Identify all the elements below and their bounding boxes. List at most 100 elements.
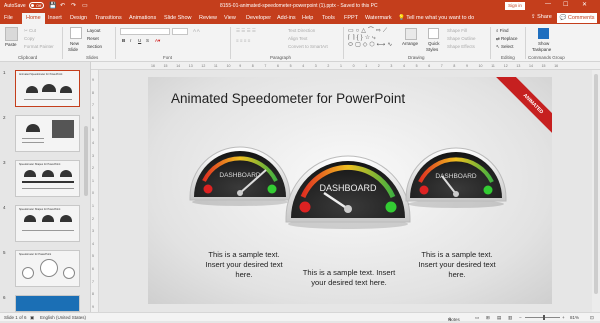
tab-fppt[interactable]: FPPT [344,15,358,21]
tab-developer[interactable]: Developer [246,15,271,21]
tab-tools[interactable]: Tools [322,15,335,21]
text-box-right[interactable]: This is a sample text. Insert your desir… [407,250,507,280]
arrange-button[interactable]: Arrange [402,41,418,46]
new-slide-label-2[interactable]: Slide [68,47,78,52]
tab-insert[interactable]: Insert [48,15,62,21]
layout-button[interactable]: Layout [87,28,101,33]
zoom-level[interactable]: 81% [570,315,579,320]
quick-styles-icon[interactable] [428,28,439,39]
font-name-select[interactable] [120,28,170,35]
tab-add-ins[interactable]: Add-ins [277,15,296,21]
font-size-select[interactable] [172,28,188,35]
shapes-gallery[interactable]: ▭○△⌒⇨⟋ ⌈⌉{}☆⤷ ⬭▢◇⬡⟷∿ [348,28,396,52]
replace-button[interactable]: ⇄ Replace [496,36,518,42]
zoom-out-icon[interactable]: − [519,315,522,320]
bold-button[interactable]: B [122,38,125,43]
tab-watermark[interactable]: Watermark [365,15,392,21]
thumbnail-scrollbar[interactable] [84,126,88,196]
text-direction-button[interactable]: Text Direction [288,28,315,33]
text-box-left[interactable]: This is a sample text. Insert your desir… [194,250,294,280]
slide-thumbnail-3[interactable]: Speedometer Shapes for PowerPoint [15,160,80,197]
quick-styles-label-2[interactable]: Styles [426,47,438,52]
strikethrough-button[interactable]: S [146,38,149,43]
bullets-icon[interactable]: ☰ ☰ ☰ ☰ [236,28,256,34]
taskpane-icon[interactable] [538,28,549,39]
paste-button[interactable]: Paste [5,42,17,47]
shape-effects-button[interactable]: Shape Effects [447,44,475,49]
scrollbar-thumb[interactable] [594,74,598,294]
align-icons[interactable]: ≡ ≡ ≡ ≡ [236,38,250,43]
cut-button[interactable]: ✂ Cut [24,28,36,34]
normal-view-icon[interactable]: ▭ [475,315,479,321]
tab-home[interactable]: Home [22,13,45,24]
show-taskpane-label-2[interactable]: Taskpane [532,47,551,52]
thumbnail-title: Speedometer Shapes for PowerPoint [19,208,61,211]
slide-canvas[interactable]: Animated Speedometer for PowerPoint ANIM… [148,77,552,304]
maximize-button[interactable]: ☐ [563,1,568,8]
reset-button[interactable]: Reset [87,36,99,41]
new-slide-icon[interactable] [70,27,82,39]
ruler-mark: 16 [554,64,559,68]
align-text-button[interactable]: Align Text [288,36,307,41]
tab-slide-show[interactable]: Slide Show [164,15,192,21]
tab-design[interactable]: Design [70,15,87,21]
gauge-red-light [203,184,213,194]
text-box-center[interactable]: This is a sample text. Insert your desir… [293,268,405,288]
fit-slide-icon[interactable]: ⊡ [590,315,594,321]
convert-smartart-button[interactable]: Convert to SmartArt [288,44,328,49]
share-button[interactable]: ⇪ Share [531,14,552,20]
ruler-mark: 7 [92,103,94,108]
text-line: here. [235,270,253,279]
tell-me-search[interactable]: 💡 Tell me what you want to do [398,15,474,21]
slide-thumbnail-1[interactable]: Animated Speedometer for PowerPoint [15,70,80,107]
font-color-icon[interactable]: A▾ [155,38,160,44]
new-slide-label[interactable]: New [70,41,79,46]
spelling-icon[interactable]: ▣ [30,315,34,321]
reading-view-icon[interactable]: ▤ [497,315,501,321]
quick-styles-label[interactable]: Quick [428,41,440,46]
sign-in-button[interactable]: Sign in [505,2,525,10]
tab-help[interactable]: Help [302,15,313,21]
format-painter-button[interactable]: Format Painter [24,44,54,49]
tab-view[interactable]: View [224,15,236,21]
shape-outline-button[interactable]: Shape Outline [447,36,476,41]
slideshow-icon[interactable]: ▥ [508,315,512,321]
section-button[interactable]: Section [87,44,102,49]
title-bar: AutoSave Off 💾 ↶ ↷ ▭ 8155-01-animated-sp… [0,0,600,12]
tab-review[interactable]: Review [199,15,217,21]
comments-button[interactable]: 💬 Comments [557,13,597,23]
language-status[interactable]: English (United States) [40,315,86,320]
thumbnail-text-line [24,99,72,100]
slide-thumbnail-4[interactable]: Speedometer Shapes for PowerPoint [15,205,80,242]
thumbnail-gauge [42,215,54,222]
show-taskpane-label[interactable]: Show [538,41,549,46]
minimize-button[interactable]: — [545,1,551,7]
undo-icon[interactable]: ↶ [60,2,65,9]
grow-font-icon[interactable]: A A [193,28,200,33]
save-icon[interactable]: 💾 [49,2,56,9]
close-button[interactable]: ✕ [582,1,587,8]
notes-label: Notes [448,317,460,322]
copy-button[interactable]: Copy [24,36,35,41]
slide-thumbnail-2[interactable] [15,115,80,152]
slide-thumbnail-6[interactable] [15,295,80,312]
ruler-mark: 6 [92,267,94,271]
find-button[interactable]: ⌕ Find [496,28,509,33]
present-icon[interactable]: ▭ [82,2,88,9]
underline-button[interactable]: U [138,38,141,43]
tab-animations[interactable]: Animations [129,15,156,21]
redo-icon[interactable]: ↷ [71,2,76,9]
tab-file[interactable]: File [4,15,13,21]
paste-icon[interactable] [5,27,18,41]
shape-fill-button[interactable]: Shape Fill [447,28,467,33]
tab-transitions[interactable]: Transitions [95,15,122,21]
arrange-icon[interactable] [405,28,417,40]
slide-sorter-icon[interactable]: ⊞ [486,315,490,321]
editor-vertical-scrollbar[interactable] [592,70,600,312]
italic-button[interactable]: I [130,38,131,43]
autosave-toggle[interactable]: Off [29,2,44,9]
zoom-in-icon[interactable]: + [562,315,565,320]
select-button[interactable]: ↖ Select [496,44,514,50]
zoom-slider-knob[interactable] [543,315,545,320]
slide-thumbnail-5[interactable]: Speedometer for PowerPoint [15,250,80,287]
